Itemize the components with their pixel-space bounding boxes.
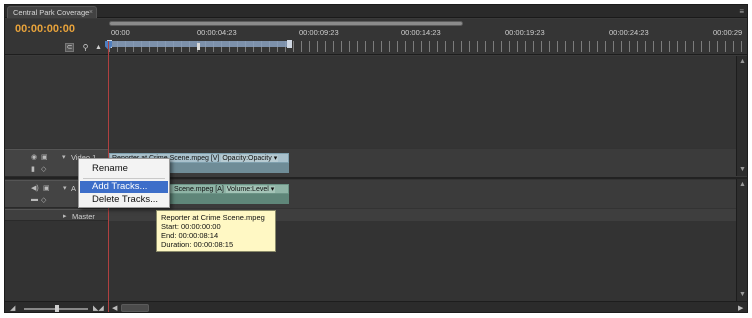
timeline-header: 00:00:00:00 ⊂ ⚲ ▲ 00:00 00:00:04:23 00:0… [5,19,747,55]
clip-tooltip: Reporter at Crime Scene.mpeg Start: 00:0… [156,210,276,252]
effect-dropdown[interactable]: Opacity:Opacity ▾ [221,155,279,162]
view-zoom-bar[interactable] [109,21,463,26]
scroll-right-icon[interactable]: ▶ [738,304,743,312]
menu-separator [83,178,165,179]
time-ruler[interactable]: 00:00 00:00:04:23 00:00:09:23 00:00:14:2… [107,19,745,55]
work-area-end-handle[interactable] [287,40,292,48]
master-track-header[interactable]: ▸ Master [5,209,108,221]
audio-vertical-scrollbar[interactable]: ▲ ▼ [736,179,747,301]
lock-icon[interactable]: ▣ [41,153,48,161]
track-context-menu: Rename Add Tracks... Delete Tracks... [78,158,170,208]
scroll-left-icon[interactable]: ◀ [112,304,117,312]
tab-title: Central Park Coverage [13,8,90,17]
empty-header-area [5,56,108,148]
tooltip-clip-name: Reporter at Crime Scene.mpeg [161,213,265,222]
lock-icon[interactable]: ▣ [43,184,50,192]
keyframe-toggle-icon[interactable]: ◇ [41,196,46,204]
ruler-label: 00:00:24:23 [609,28,649,37]
ruler-label: 00:00:29 [713,28,743,37]
clip-label: Scene.mpeg [A] [174,186,224,193]
current-timecode[interactable]: 00:00:00:00 [15,23,75,35]
menu-item-add-tracks[interactable]: Add Tracks... [80,181,168,193]
bottom-bar: ◢ ◣◢ ◀ ▶ [5,301,747,312]
speaker-icon[interactable]: ◀) [31,184,39,192]
menu-item-rename[interactable]: Rename [80,163,168,175]
display-style-icon[interactable]: ▮ [31,165,35,173]
effect-dropdown[interactable]: Volume:Level ▾ [225,186,276,193]
audio1-track[interactable]: Scene.mpeg [A] Volume:Level ▾ [109,180,737,208]
scroll-down-icon[interactable]: ▼ [739,166,746,173]
ruler-label: 00:00:19:23 [505,28,545,37]
panel-menu-icon[interactable]: ≡ [739,6,745,17]
tooltip-start: Start: 00:00:00:00 [161,222,221,231]
tab-bar: Central Park Coverage × ≡ [5,5,747,18]
ruler-label: 00:00:09:23 [299,28,339,37]
video-vertical-scrollbar[interactable]: ▲ ▼ [736,56,747,176]
scroll-up-icon[interactable]: ▲ [739,181,746,188]
keyframe-toggle-icon[interactable]: ◇ [41,165,46,173]
ruler-label: 00:00:04:23 [197,28,237,37]
horizontal-scroll-thumb[interactable] [121,304,149,312]
tooltip-end: End: 00:00:08:14 [161,231,219,240]
menu-item-delete-tracks[interactable]: Delete Tracks... [80,194,168,206]
scroll-up-icon[interactable]: ▲ [739,58,746,65]
snap-icon[interactable]: ⊂ [65,43,74,52]
ruler-label: 00:00 [111,28,130,37]
track-name: A [71,184,77,193]
marker-icon[interactable]: ⚲ [81,43,90,52]
ruler-label: 00:00:14:23 [401,28,441,37]
expand-triangle-icon[interactable]: ▸ [63,212,67,220]
zoom-slider-knob[interactable] [55,305,59,312]
keyframe-icon[interactable]: ▲ [94,43,103,52]
video1-track[interactable]: Reporter at Crime Scene.mpeg [V] Opacity… [109,149,737,177]
close-icon[interactable]: × [89,7,93,18]
tab-sequence[interactable]: Central Park Coverage × [7,6,97,18]
scroll-down-icon[interactable]: ▼ [739,291,746,298]
eye-icon[interactable]: ◉ [31,153,37,161]
zoom-out-icon[interactable]: ◢ [10,304,15,312]
expand-triangle-icon[interactable]: ▾ [63,184,67,192]
zoom-in-icon[interactable]: ◣◢ [93,304,104,312]
track-name: Master [72,212,95,221]
empty-video-area [109,56,737,148]
display-style-icon[interactable]: ▬ [31,196,38,203]
expand-triangle-icon[interactable]: ▾ [62,153,66,161]
tooltip-duration: Duration: 00:00:08:15 [161,240,234,249]
work-area-center-grip[interactable] [197,43,200,50]
